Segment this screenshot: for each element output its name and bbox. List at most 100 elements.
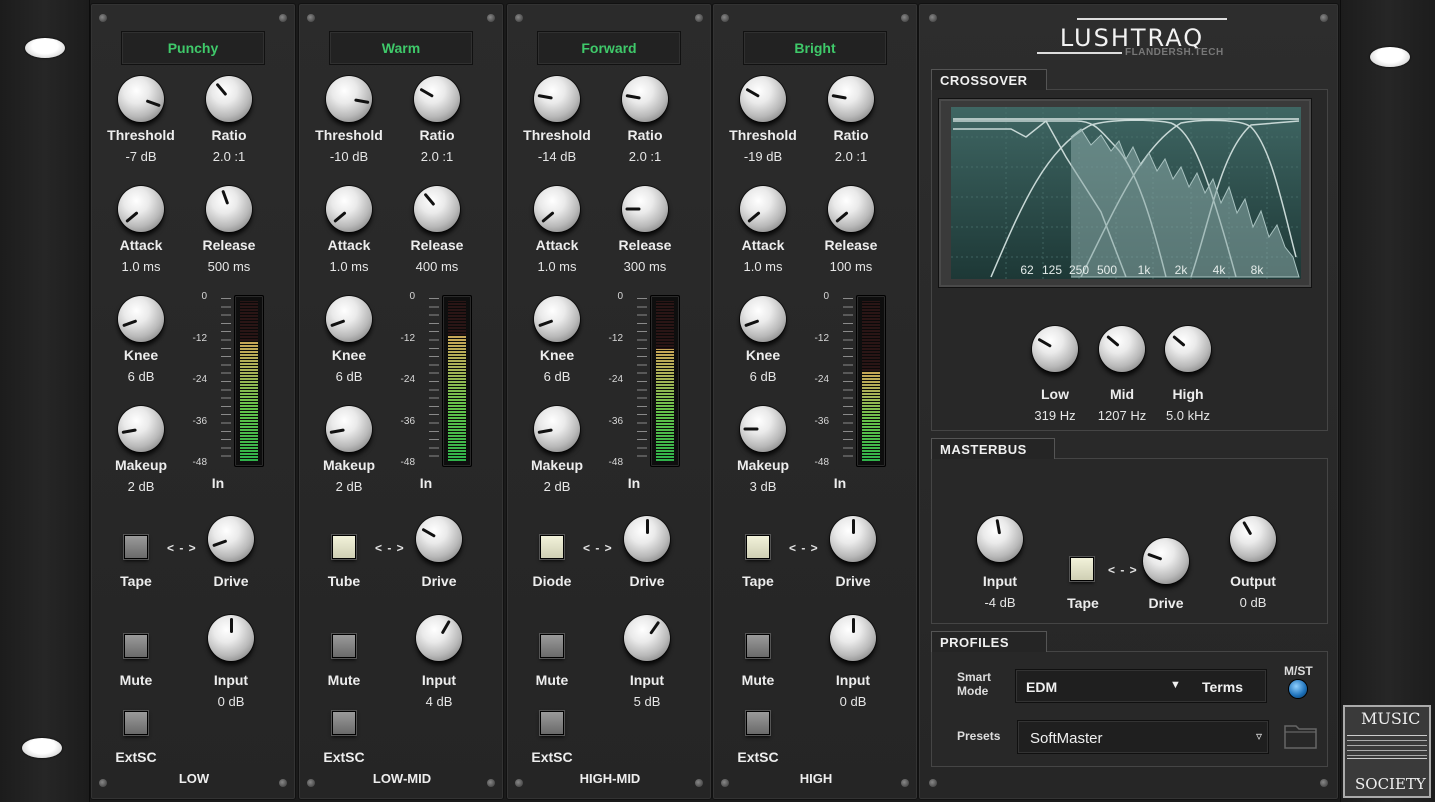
low-extsc-button[interactable] [124, 711, 148, 735]
high-mid-makeup-knob[interactable] [534, 406, 580, 452]
low-mid-character-display[interactable]: Warm [329, 31, 473, 65]
low-attack-knob[interactable] [118, 186, 164, 232]
meter-scale-label: -12 [192, 332, 207, 344]
high-mid-release-knob[interactable] [622, 186, 668, 232]
low-extsc-label: ExtSC [115, 749, 157, 765]
low-mute-button[interactable] [124, 634, 148, 658]
meter-scale-label: -36 [400, 415, 415, 427]
crossover-high-knob[interactable] [1165, 326, 1211, 372]
masterbus-drive-knob[interactable] [1143, 538, 1189, 584]
high-mid-input-knob[interactable] [624, 615, 670, 661]
frequency-tick-label: 8k [1250, 263, 1264, 277]
low-drive-knob[interactable] [208, 516, 254, 562]
high-threshold-value: -19 dB [743, 149, 783, 164]
high-mid-extsc-button[interactable] [540, 711, 564, 735]
meter-scale-label: 0 [617, 291, 623, 302]
crossover-display[interactable]: 62 125 250 500 1k 2k 4k 8k [938, 98, 1312, 288]
presets-value: SoftMaster [1030, 730, 1103, 747]
low-mid-ratio-knob[interactable] [414, 76, 460, 122]
high-ratio-label: Ratio [833, 127, 869, 143]
high-threshold-knob[interactable] [740, 76, 786, 122]
meter-scale-label: -36 [814, 415, 829, 427]
mst-label: M/ST [1284, 664, 1313, 678]
low-mid-release-knob[interactable] [414, 186, 460, 232]
high-mid-threshold-label: Threshold [523, 127, 591, 143]
meter-scale-label: -36 [608, 415, 623, 427]
low-input-knob[interactable] [208, 615, 254, 661]
low-threshold-knob[interactable] [118, 76, 164, 122]
high-saturation-toggle[interactable] [746, 535, 770, 559]
high-input-knob[interactable] [830, 615, 876, 661]
smart-mode-dropdown[interactable]: EDM ▼ Terms [1015, 669, 1267, 703]
high-saturation-label: Tape [742, 573, 774, 589]
low-mid-drive-knob[interactable] [416, 516, 462, 562]
meter-scale-label: -48 [608, 457, 623, 468]
screw [929, 779, 937, 787]
high-band-name: HIGH [799, 771, 833, 786]
low-makeup-knob[interactable] [118, 406, 164, 452]
low-mid-mute-button[interactable] [332, 634, 356, 658]
frequency-tick-label: 250 [1068, 263, 1090, 277]
high-release-value: 100 ms [829, 259, 873, 274]
low-ratio-knob[interactable] [206, 76, 252, 122]
mst-led-icon[interactable] [1289, 680, 1307, 698]
low-meter-label: In [211, 475, 225, 491]
high-ratio-knob[interactable] [828, 76, 874, 122]
low-mid-input-knob[interactable] [416, 615, 462, 661]
low-mid-knee-value: 6 dB [335, 369, 363, 384]
screw [515, 14, 523, 22]
high-makeup-knob[interactable] [740, 406, 786, 452]
low-mid-saturation-label: Tube [327, 573, 361, 589]
low-drive-label: Drive [213, 573, 249, 589]
high-mid-ratio-knob[interactable] [622, 76, 668, 122]
high-meter-label: In [833, 475, 847, 491]
low-saturation-toggle[interactable] [124, 535, 148, 559]
high-mid-mute-button[interactable] [540, 634, 564, 658]
crossover-low-knob[interactable] [1032, 326, 1078, 372]
screw [99, 14, 107, 22]
low-mid-knee-knob[interactable] [326, 296, 372, 342]
terms-button[interactable]: Terms [1202, 679, 1243, 695]
high-mid-saturation-toggle[interactable] [540, 535, 564, 559]
low-threshold-label: Threshold [107, 127, 175, 143]
masterbus-saturation-toggle[interactable] [1070, 557, 1094, 581]
low-mid-threshold-knob[interactable] [326, 76, 372, 122]
high-knee-knob[interactable] [740, 296, 786, 342]
high-character-display[interactable]: Bright [743, 31, 887, 65]
high-mid-threshold-knob[interactable] [534, 76, 580, 122]
low-mid-makeup-knob[interactable] [326, 406, 372, 452]
high-mid-knee-knob[interactable] [534, 296, 580, 342]
screw [901, 14, 909, 22]
low-link-icon: < - > [167, 541, 197, 555]
masterbus-output-value: 0 dB [1239, 595, 1267, 610]
high-mid-knee-label: Knee [539, 347, 575, 363]
crossover-mid-knob[interactable] [1099, 326, 1145, 372]
low-makeup-label: Makeup [114, 457, 168, 473]
high-attack-knob[interactable] [740, 186, 786, 232]
meter-scale-label: -12 [400, 332, 415, 344]
high-mid-attack-knob[interactable] [534, 186, 580, 232]
high-release-knob[interactable] [828, 186, 874, 232]
high-extsc-button[interactable] [746, 711, 770, 735]
low-mid-extsc-button[interactable] [332, 711, 356, 735]
low-mid-attack-knob[interactable] [326, 186, 372, 232]
low-mid-input-meter [442, 295, 472, 467]
high-mid-input-meter [650, 295, 680, 467]
low-character-display[interactable]: Punchy [121, 31, 265, 65]
high-mid-drive-knob[interactable] [624, 516, 670, 562]
folder-icon[interactable] [1283, 720, 1319, 750]
high-drive-knob[interactable] [830, 516, 876, 562]
high-mid-character-display[interactable]: Forward [537, 31, 681, 65]
low-release-knob[interactable] [206, 186, 252, 232]
low-release-label: Release [202, 237, 256, 253]
masterbus-output-knob[interactable] [1230, 516, 1276, 562]
low-mid-knee-label: Knee [331, 347, 367, 363]
low-saturation-label: Tape [120, 573, 152, 589]
high-mute-button[interactable] [746, 634, 770, 658]
high-link-icon: < - > [789, 541, 819, 555]
low-mid-saturation-toggle[interactable] [332, 535, 356, 559]
masterbus-input-knob[interactable] [977, 516, 1023, 562]
low-knee-knob[interactable] [118, 296, 164, 342]
presets-dropdown[interactable]: SoftMaster ▿ [1017, 720, 1269, 754]
high-mid-attack-value: 1.0 ms [537, 259, 577, 274]
